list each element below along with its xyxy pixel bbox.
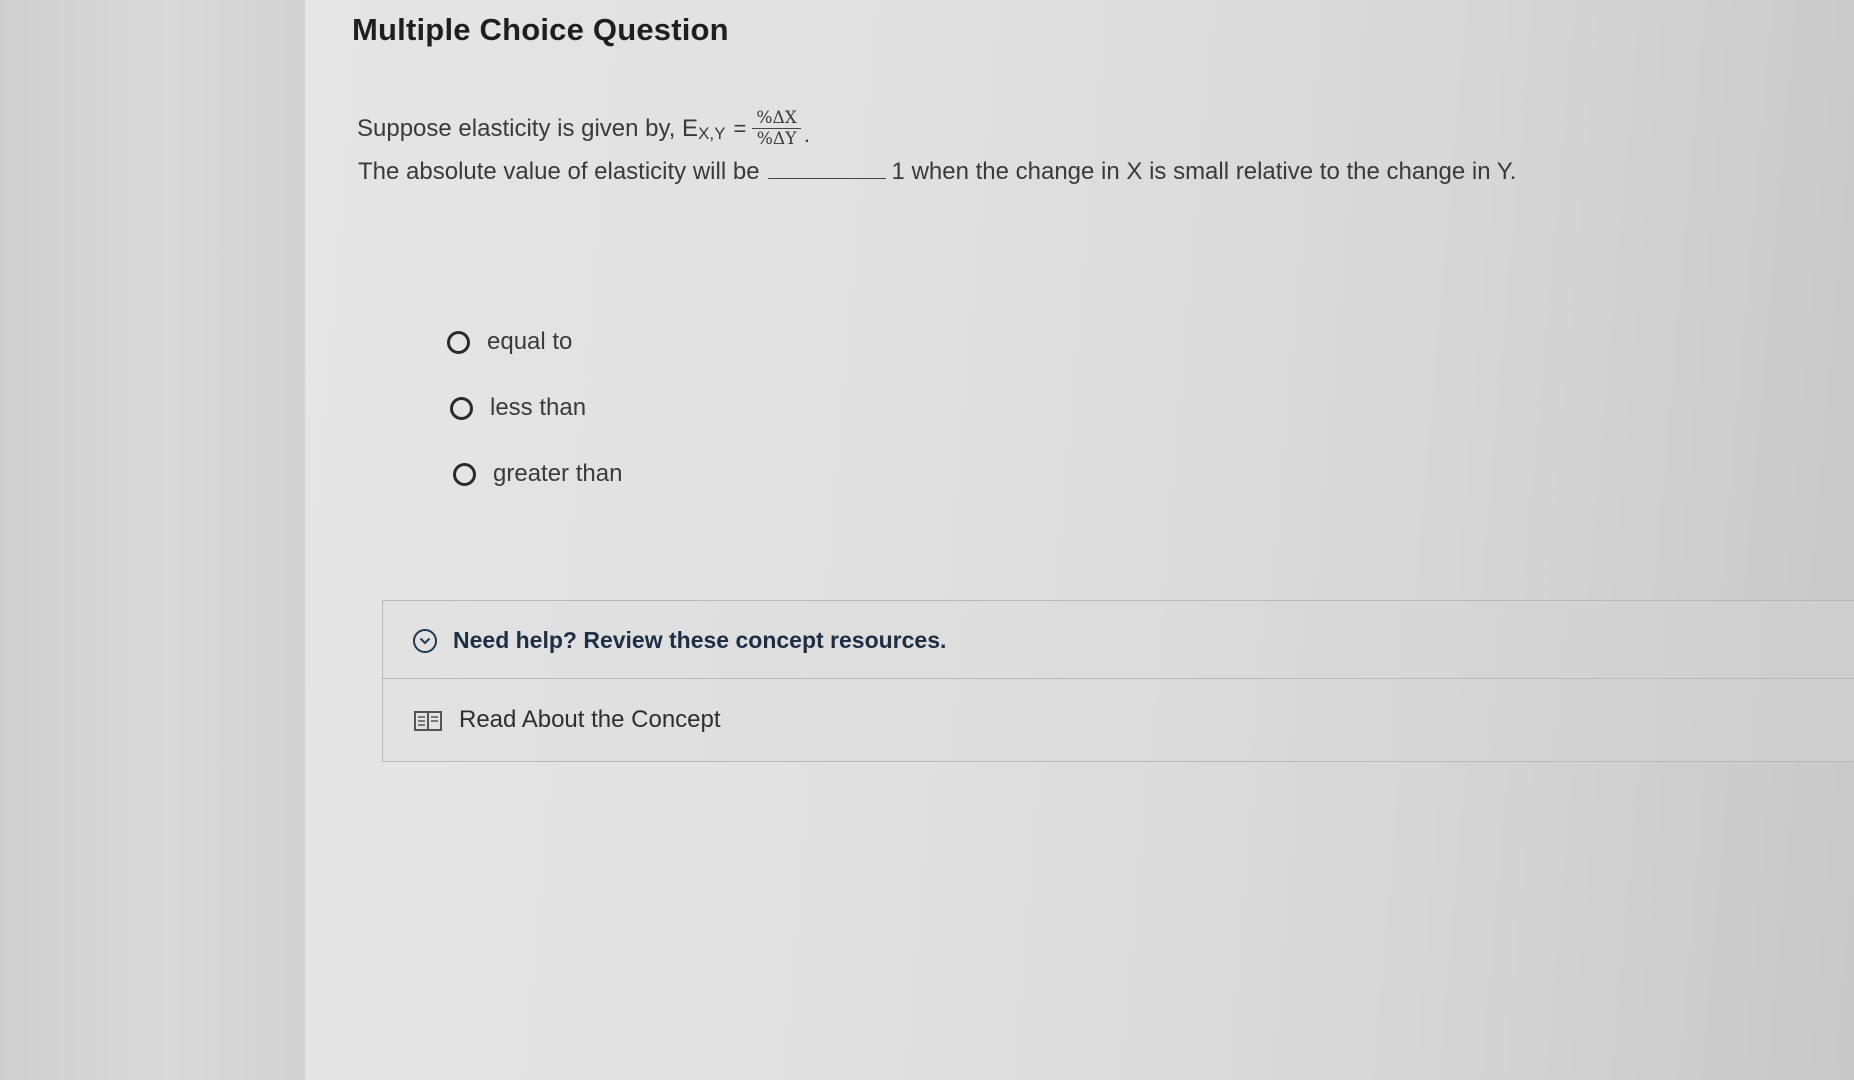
stem-after-blank: 1 when the change in X is small relative…: [891, 158, 1517, 185]
radio-button[interactable]: [453, 462, 476, 486]
option-greater-than[interactable]: greater than: [453, 460, 622, 488]
read-about-concept-label[interactable]: Read About the Concept: [459, 706, 721, 734]
option-label: equal to: [487, 328, 573, 355]
option-label: greater than: [493, 460, 623, 487]
stem-prefix: Suppose elasticity is given by, E: [357, 114, 699, 142]
answer-blank: [767, 158, 886, 179]
fraction-numerator: %ΔX: [752, 108, 801, 129]
question-heading: Multiple Choice Question: [352, 12, 729, 47]
book-icon: [414, 711, 442, 731]
stem-equals: =: [733, 115, 747, 141]
fraction-denominator: %ΔY: [756, 129, 797, 149]
option-equal-to[interactable]: equal to: [447, 328, 572, 356]
question-stem-line-2: The absolute value of elasticity will be…: [358, 158, 1516, 186]
read-about-concept-link[interactable]: Read About the Concept: [383, 679, 1854, 761]
concept-resources-panel: Need help? Review these concept resource…: [382, 600, 1854, 762]
radio-button[interactable]: [447, 330, 470, 354]
elasticity-fraction: %ΔX %ΔY: [752, 108, 801, 149]
radio-button[interactable]: [450, 396, 473, 420]
concept-resources-toggle[interactable]: Need help? Review these concept resource…: [383, 601, 1854, 679]
option-label: less than: [490, 394, 587, 421]
left-sidebar-background: [0, 0, 310, 1080]
stem-before-blank: The absolute value of elasticity will be: [358, 158, 760, 185]
stem-subscript: X,Y: [698, 123, 726, 143]
stem-period: .: [803, 121, 810, 147]
question-stem-line-1: Suppose elasticity is given by, E X,Y = …: [357, 108, 810, 149]
option-less-than[interactable]: less than: [450, 394, 586, 422]
concept-resources-title[interactable]: Need help? Review these concept resource…: [453, 627, 946, 654]
chevron-down-circle-icon[interactable]: [413, 629, 437, 653]
